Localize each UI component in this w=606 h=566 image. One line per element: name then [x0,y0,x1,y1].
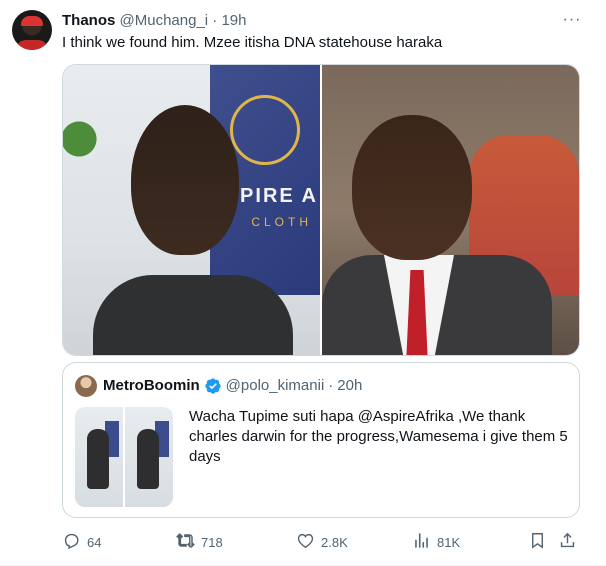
quoted-tweet[interactable]: MetroBoomin @polo_kimanii · 20h Wacha Tu… [62,362,580,518]
tweet-media[interactable]: ASPIRE A CLOTH [62,64,580,356]
author-name[interactable]: Thanos [62,12,115,29]
share-button[interactable] [558,530,577,554]
avatar-cap [21,16,43,26]
reply-button[interactable]: 64 [62,530,101,554]
more-options-button[interactable]: ··· [560,10,584,30]
author-handle[interactable]: @Muchang_i [120,12,209,29]
author-avatar[interactable] [12,10,52,50]
retweet-button[interactable]: 718 [176,530,223,554]
quoted-photo-2 [125,407,173,507]
tweet-time[interactable]: 19h [221,12,246,29]
verified-badge-icon [204,377,222,395]
tweet-text: I think we found him. Mzee itisha DNA st… [62,34,443,51]
quoted-tweet-header: MetroBoomin @polo_kimanii · 20h [103,376,362,396]
tweet-header: Thanos @Muchang_i · 19h [62,11,247,31]
heart-icon [296,531,315,553]
store-logo-circle [230,95,300,165]
bookmark-icon [528,531,547,553]
quoted-header-separator: · [328,377,334,394]
tweet[interactable]: Thanos @Muchang_i · 19h ··· I think we f… [0,0,606,566]
like-count: 2.8K [321,534,348,550]
views-button[interactable]: 81K [412,530,460,554]
person-left-head [131,105,239,255]
share-icon [558,531,577,553]
quoted-photo-figure [137,429,159,489]
quoted-photo-figure [87,429,109,489]
media-photo-left[interactable]: ASPIRE A CLOTH [63,65,320,355]
retweet-count: 718 [201,534,223,550]
quoted-author-name[interactable]: MetroBoomin [103,376,200,396]
quoted-author-avatar[interactable] [75,375,97,397]
quoted-author-handle[interactable]: @polo_kimanii [226,376,325,396]
header-separator: · [212,12,218,29]
media-photo-right[interactable] [322,65,579,355]
retweet-icon [176,531,195,553]
quoted-photo-1 [75,407,123,507]
reply-count: 64 [87,534,102,550]
quoted-tweet-text: Wacha Tupime suti hapa @AspireAfrika ,We… [189,408,568,465]
tweet-actions: 64 718 2.8K 81K [62,530,580,554]
store-sign-subtext: CLOTH [251,215,312,229]
views-count: 81K [437,534,461,550]
quoted-media-thumbnail[interactable] [75,407,173,507]
quoted-tweet-time[interactable]: 20h [337,376,362,396]
like-button[interactable]: 2.8K [296,530,348,554]
reply-icon [62,531,81,553]
analytics-icon [412,531,431,553]
person-left-body [93,275,293,355]
plant-decor [63,115,103,175]
more-horizontal-icon: ··· [562,11,582,28]
person-right-head [352,115,472,260]
avatar-shirt [16,40,48,50]
bookmark-button[interactable] [528,530,547,554]
